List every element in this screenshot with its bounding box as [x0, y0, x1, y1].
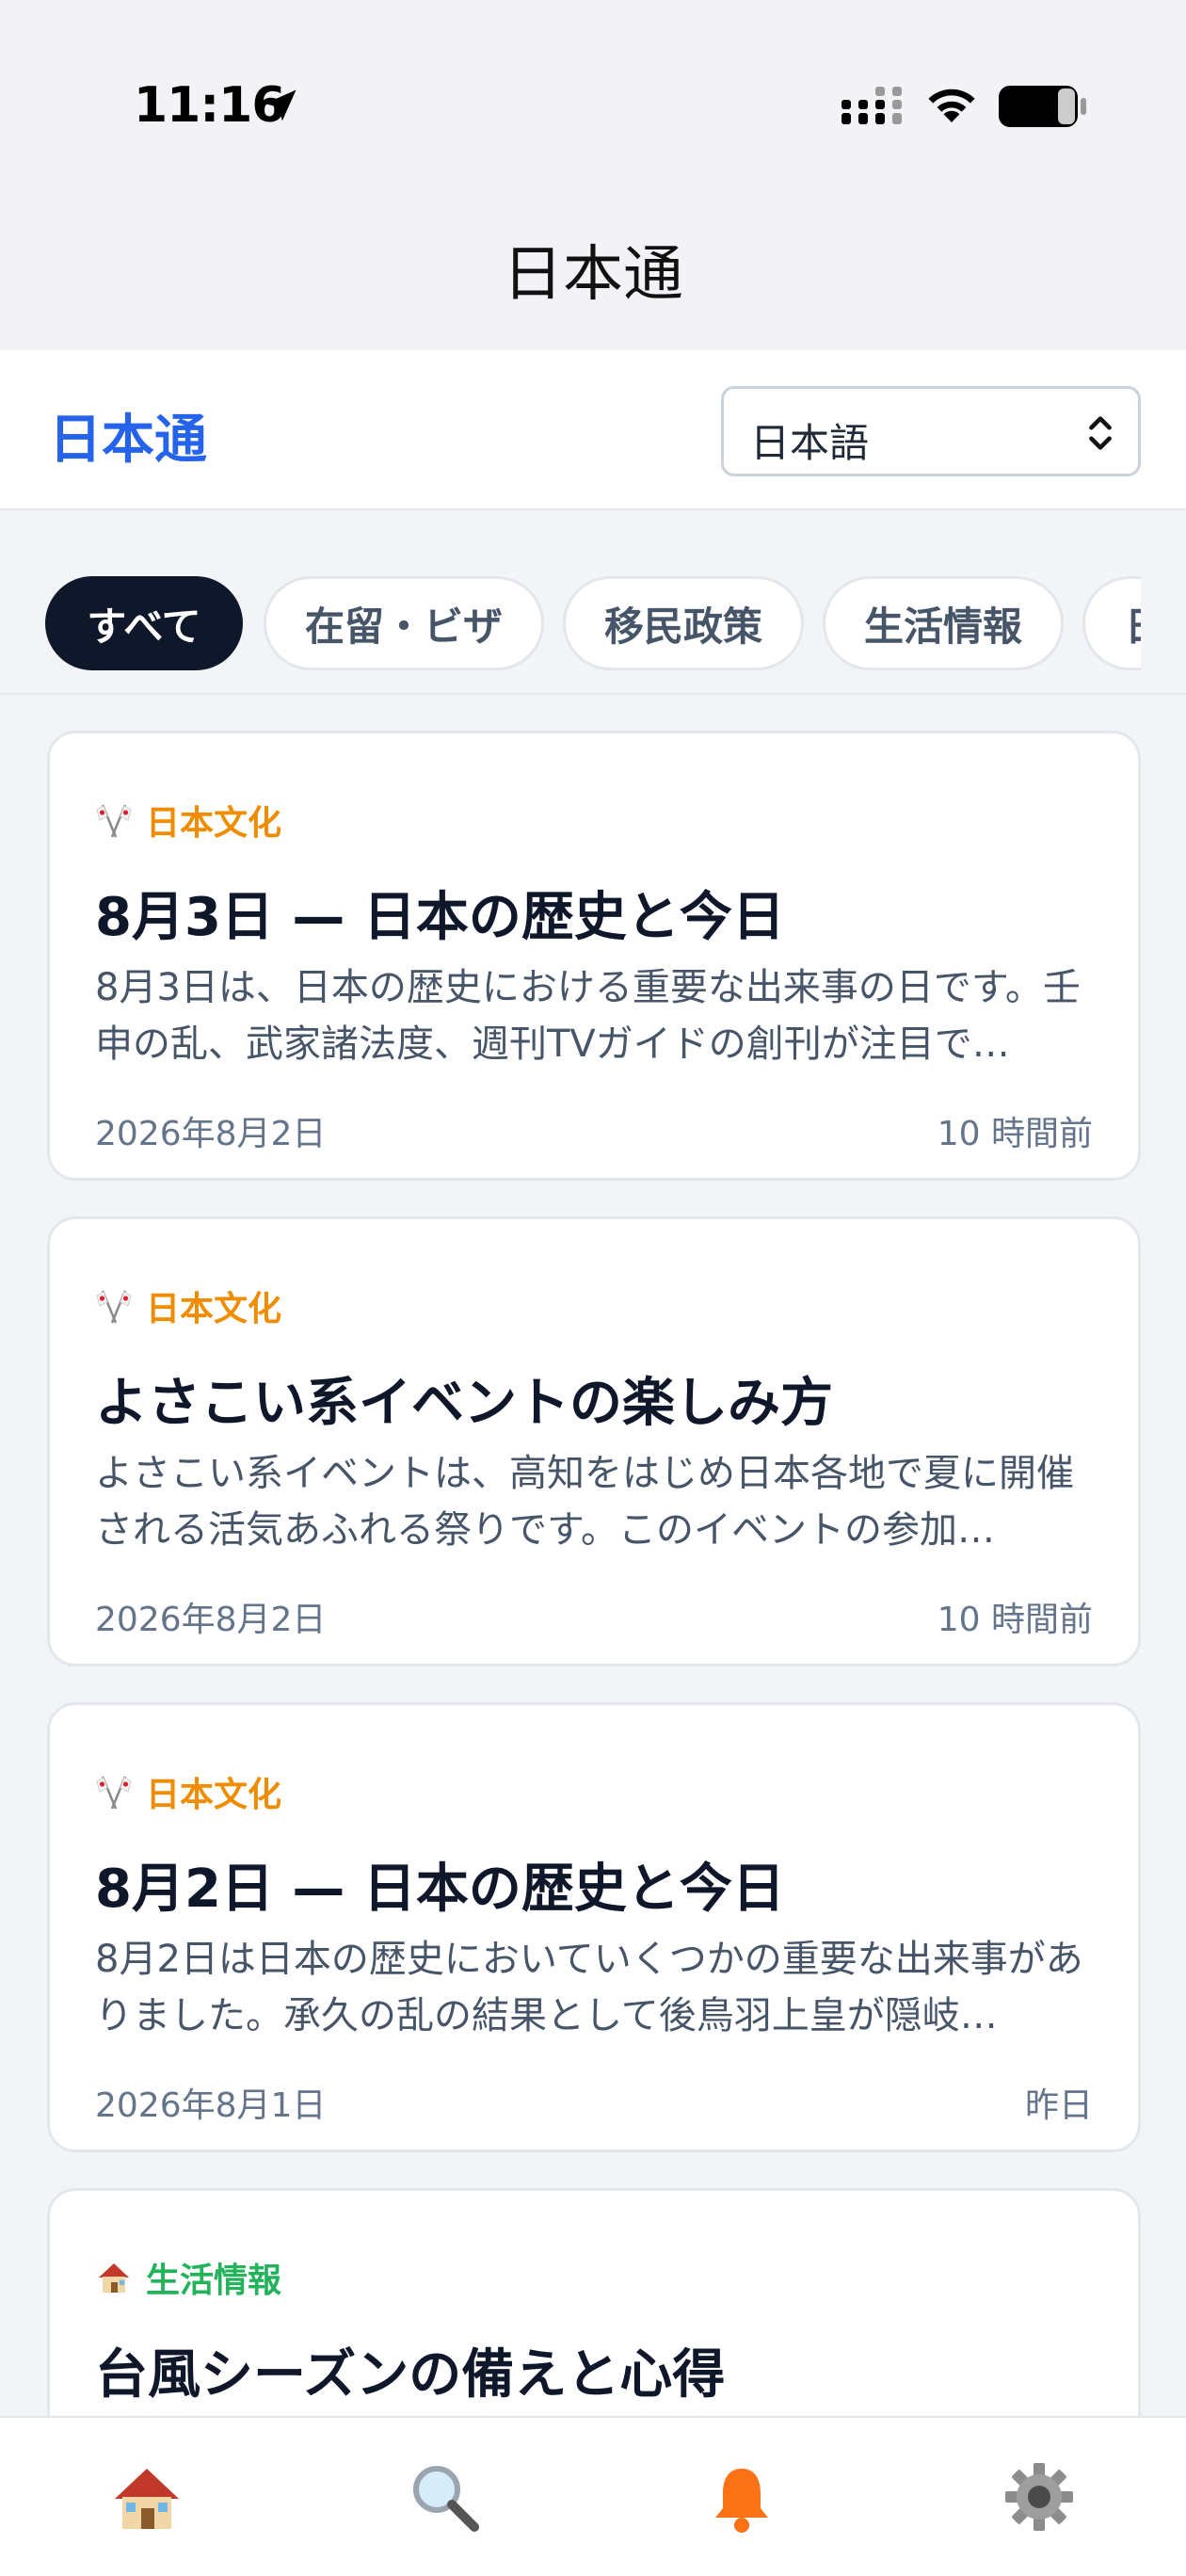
bell-icon[interactable]: [704, 2459, 779, 2535]
article-card[interactable]: 日本文化 8月3日 — 日本の歴史と今日 8月3日は、日本の歴史における重要な出…: [47, 731, 1141, 1181]
category-chips: すべて 在留・ビザ 移民政策 生活情報 日: [0, 512, 1186, 695]
article-age: 昨日: [1024, 2086, 1093, 2125]
article-category-label: 日本文化: [146, 1776, 282, 1814]
article-title: 8月3日 — 日本の歴史と今日: [95, 887, 785, 948]
language-select-value: 日本語: [750, 420, 870, 466]
search-icon[interactable]: [407, 2459, 482, 2535]
crossed-flags-icon: [96, 1776, 132, 1810]
article-category-label: 生活情報: [146, 2262, 282, 2300]
article-excerpt: 8月2日は日本の歴史においていくつかの重要な出来事がありました。承久の乱の結果と…: [95, 1938, 1083, 2037]
article-title: よさこい系イベントの楽しみ方: [95, 1373, 833, 1434]
chevron-up-down-icon: [1089, 416, 1112, 450]
chip-living-info[interactable]: 生活情報: [823, 576, 1064, 670]
tab-bar: [0, 2416, 1186, 2576]
article-excerpt: よさこい系イベントは、高知をはじめ日本各地で夏に開催される活気あふれる祭りです。…: [95, 1452, 1074, 1552]
article-age: 10 時間前: [937, 1601, 1093, 1639]
language-select[interactable]: 日本語: [721, 386, 1141, 476]
wifi-icon: [928, 89, 975, 122]
article-card[interactable]: 日本文化 よさこい系イベントの楽しみ方 よさこい系イベントは、高知をはじめ日本各…: [47, 1216, 1141, 1666]
article-excerpt: 8月3日は、日本の歴史における重要な出来事の日です。壬申の乱、武家諸法度、週刊T…: [95, 966, 1081, 1066]
article-category-label: 日本文化: [146, 1290, 282, 1328]
article-date: 2026年8月2日: [95, 1115, 327, 1153]
crossed-flags-icon: [96, 1290, 132, 1324]
article-title: 8月2日 — 日本の歴史と今日: [95, 1859, 785, 1920]
battery-icon: [999, 86, 1086, 127]
crossed-flags-icon: [96, 804, 132, 838]
chip-all[interactable]: すべて: [45, 576, 243, 670]
article-age: 10 時間前: [937, 1115, 1093, 1153]
chip-immigration-policy[interactable]: 移民政策: [563, 576, 804, 670]
article-category: 生活情報: [95, 2253, 281, 2302]
app-title: 日本通: [503, 240, 683, 310]
article-date: 2026年8月2日: [95, 1601, 327, 1639]
article-date: 2026年8月1日: [95, 2086, 327, 2125]
article-category-label: 日本文化: [146, 804, 282, 843]
location-arrow-icon: [264, 89, 296, 121]
article-category: 日本文化: [95, 1767, 281, 1816]
brand-logo[interactable]: 日本通: [49, 397, 207, 474]
article-category: 日本文化: [95, 1281, 281, 1330]
chip-japan-culture[interactable]: 日: [1082, 576, 1141, 670]
header: 日本通 日本語: [0, 350, 1186, 510]
chip-residence-visa[interactable]: 在留・ビザ: [264, 576, 544, 670]
article-card[interactable]: 日本文化 8月2日 — 日本の歴史と今日 8月2日は日本の歴史においていくつかの…: [47, 1702, 1141, 2152]
article-title: 台風シーズンの備えと心得: [95, 2344, 726, 2406]
gear-icon[interactable]: [1002, 2459, 1077, 2535]
house-icon[interactable]: [109, 2459, 184, 2535]
top-bar: 11:16 日本通: [0, 0, 1186, 350]
house-icon: [99, 2263, 129, 2293]
cellular-signal-icon: [841, 87, 902, 124]
article-category: 日本文化: [95, 796, 281, 845]
